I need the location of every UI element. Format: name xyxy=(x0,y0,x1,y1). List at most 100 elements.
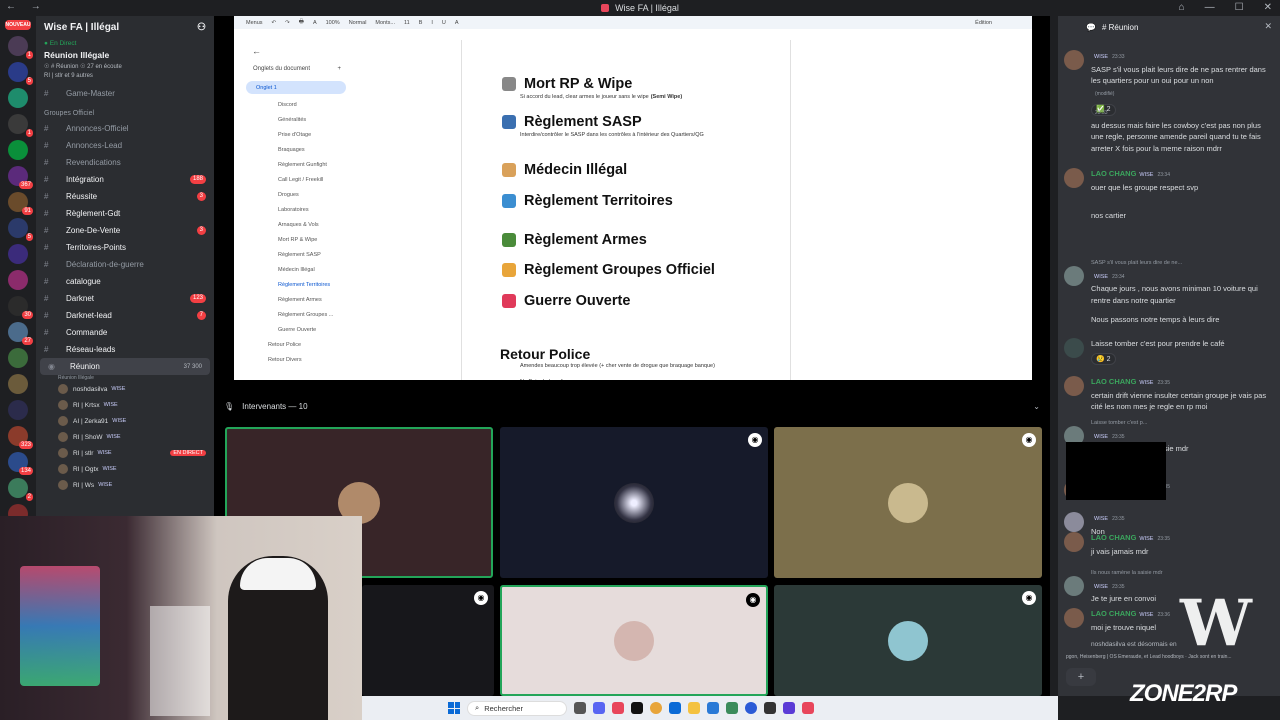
outline-item[interactable]: Retour Police xyxy=(246,338,346,353)
toolbar-item[interactable]: ↷ xyxy=(285,20,290,26)
avatar[interactable] xyxy=(1064,576,1084,596)
category-groupes[interactable]: Groupes Officiel xyxy=(36,102,214,120)
outline-tab[interactable]: Onglet 1 xyxy=(246,81,346,94)
outline-item[interactable]: Mort RP & Wipe xyxy=(246,233,346,248)
server-icon[interactable] xyxy=(8,270,28,290)
outline-item[interactable]: Arnaques & Vols xyxy=(246,218,346,233)
add-tab-button[interactable]: + xyxy=(337,66,341,72)
channel-item[interactable]: # Réussite 3 xyxy=(36,188,214,205)
server-icon[interactable] xyxy=(8,400,28,420)
channel-item[interactable]: # Darknet 123 xyxy=(36,290,214,307)
app-icon[interactable] xyxy=(764,702,776,714)
avatar[interactable] xyxy=(1064,608,1084,628)
server-icon[interactable] xyxy=(8,88,28,108)
voice-member[interactable]: RI | Ws WISE xyxy=(36,477,214,493)
maximize-button[interactable]: ☐ xyxy=(1235,2,1244,13)
voice-member[interactable]: RI | Ogtx WISE xyxy=(36,461,214,477)
server-header[interactable]: Wise FA | Illégal ⚇ xyxy=(36,16,214,38)
outline-item[interactable]: Drogues xyxy=(246,188,346,203)
avatar[interactable] xyxy=(1064,532,1084,552)
toolbar-item[interactable]: Normal xyxy=(349,20,367,26)
participant-tile[interactable]: ◉ xyxy=(362,585,494,696)
toolbar-item[interactable]: Édition xyxy=(975,20,992,26)
tiktok-icon[interactable] xyxy=(631,702,643,714)
channel-item[interactable]: # Zone-De-Vente 3 xyxy=(36,222,214,239)
channel-item[interactable]: # Réseau-leads xyxy=(36,341,214,358)
outline-item[interactable]: Règlement Groupes ... xyxy=(246,308,346,323)
toolbar-item[interactable]: I xyxy=(431,20,433,26)
outline-item[interactable]: Braquages xyxy=(246,143,346,158)
windows-start-icon[interactable] xyxy=(448,702,460,714)
tiktok-live-icon[interactable] xyxy=(802,702,814,714)
toolbar-item[interactable]: 100% xyxy=(326,20,340,26)
server-icon[interactable]: 5 xyxy=(8,218,33,241)
outline-item[interactable]: Prise d'Otage xyxy=(246,128,346,143)
channel-item[interactable]: # Annonces-Lead xyxy=(36,137,214,154)
author-name[interactable]: LAO CHANG xyxy=(1091,169,1136,178)
server-icon[interactable] xyxy=(8,244,28,264)
outline-item[interactable]: Règlement Gunfight xyxy=(246,158,346,173)
outline-item[interactable]: Règlement SASP xyxy=(246,248,346,263)
server-icon[interactable] xyxy=(8,374,28,394)
voice-member[interactable]: RI | ShoW WISE xyxy=(36,429,214,445)
app-icon[interactable] xyxy=(783,702,795,714)
channel-item[interactable]: # Territoires-Points xyxy=(36,239,214,256)
server-icon[interactable]: 91 xyxy=(8,192,33,215)
participant-tile[interactable]: ◉ xyxy=(500,427,768,578)
avatar[interactable] xyxy=(1064,512,1084,532)
app-icon[interactable] xyxy=(745,702,757,714)
server-icon[interactable]: 323 xyxy=(8,426,33,449)
voice-channel-reunion[interactable]: ◉ Réunion 37 300 xyxy=(40,358,210,375)
toolbar-item[interactable]: U xyxy=(442,20,446,26)
vscode-icon[interactable] xyxy=(707,702,719,714)
outline-item[interactable]: Règlement Armes xyxy=(246,293,346,308)
outline-item[interactable]: Call Legit / Freekill xyxy=(246,173,346,188)
outline-item[interactable]: Règlement Territoires xyxy=(246,278,346,293)
server-icon[interactable]: 5 xyxy=(8,62,33,85)
app-icon[interactable] xyxy=(726,702,738,714)
server-icon[interactable] xyxy=(8,140,28,160)
close-icon[interactable]: ✕ xyxy=(1264,21,1272,32)
discord-icon[interactable] xyxy=(593,702,605,714)
channel-item[interactable]: # Revendications xyxy=(36,154,214,171)
channel-item[interactable]: # Règlement-Gdt xyxy=(36,205,214,222)
close-button[interactable]: ✕ xyxy=(1264,2,1272,13)
server-icon[interactable]: 2 xyxy=(8,478,33,501)
channel-item[interactable]: # Annonces-Officiel xyxy=(36,120,214,137)
avatar[interactable] xyxy=(1064,376,1084,396)
toolbar-item[interactable]: Menus xyxy=(246,20,263,26)
app-icon[interactable] xyxy=(612,702,624,714)
outline-item[interactable]: Discord xyxy=(246,98,346,113)
chevron-down-icon[interactable]: ⌄ xyxy=(1033,402,1040,411)
server-icon[interactable]: 134 xyxy=(8,452,33,475)
toolbar-item[interactable]: 🖶 xyxy=(299,18,304,27)
inbox-icon[interactable]: ⌂ xyxy=(1179,2,1185,13)
nav-arrows[interactable]: ← → xyxy=(6,1,47,12)
server-icon[interactable]: 27 xyxy=(8,322,33,345)
channel-item[interactable]: # catalogue xyxy=(36,273,214,290)
new-badge[interactable]: NOUVEAU xyxy=(5,20,31,30)
avatar[interactable] xyxy=(1064,50,1084,70)
avatar[interactable] xyxy=(1064,266,1084,286)
toolbar-item[interactable]: B xyxy=(419,20,423,26)
outline-item[interactable]: Médecin Illégal xyxy=(246,263,346,278)
voice-member[interactable]: noshdasilva WISE xyxy=(36,381,214,397)
toolbar-item[interactable]: Monts... xyxy=(375,20,395,26)
server-icon[interactable]: 30 xyxy=(8,296,33,319)
minimize-button[interactable]: — xyxy=(1205,2,1215,13)
add-member-icon[interactable]: ⚇ xyxy=(197,22,206,33)
participant-tile[interactable]: ◉ xyxy=(774,585,1042,696)
outline-item[interactable]: Laboratoires xyxy=(246,203,346,218)
channel-game-master[interactable]: # Game-Master xyxy=(36,85,214,102)
avatar[interactable] xyxy=(1064,338,1084,358)
channel-item[interactable]: # Darknet-lead 7 xyxy=(36,307,214,324)
voice-member[interactable]: AI | Zerka91 WISE xyxy=(36,413,214,429)
voice-member[interactable]: RI | stlr WISE EN DIRECT xyxy=(36,445,214,461)
participant-tile[interactable]: ◉ xyxy=(500,585,768,696)
author-name[interactable]: LAO CHANG xyxy=(1091,377,1136,386)
toolbar-item[interactable]: A xyxy=(313,20,317,26)
avatar[interactable] xyxy=(1064,168,1084,188)
reaction[interactable]: 😢 2 xyxy=(1091,353,1116,366)
voice-member[interactable]: RI | Krtsx WISE xyxy=(36,397,214,413)
channel-item[interactable]: # Commande xyxy=(36,324,214,341)
